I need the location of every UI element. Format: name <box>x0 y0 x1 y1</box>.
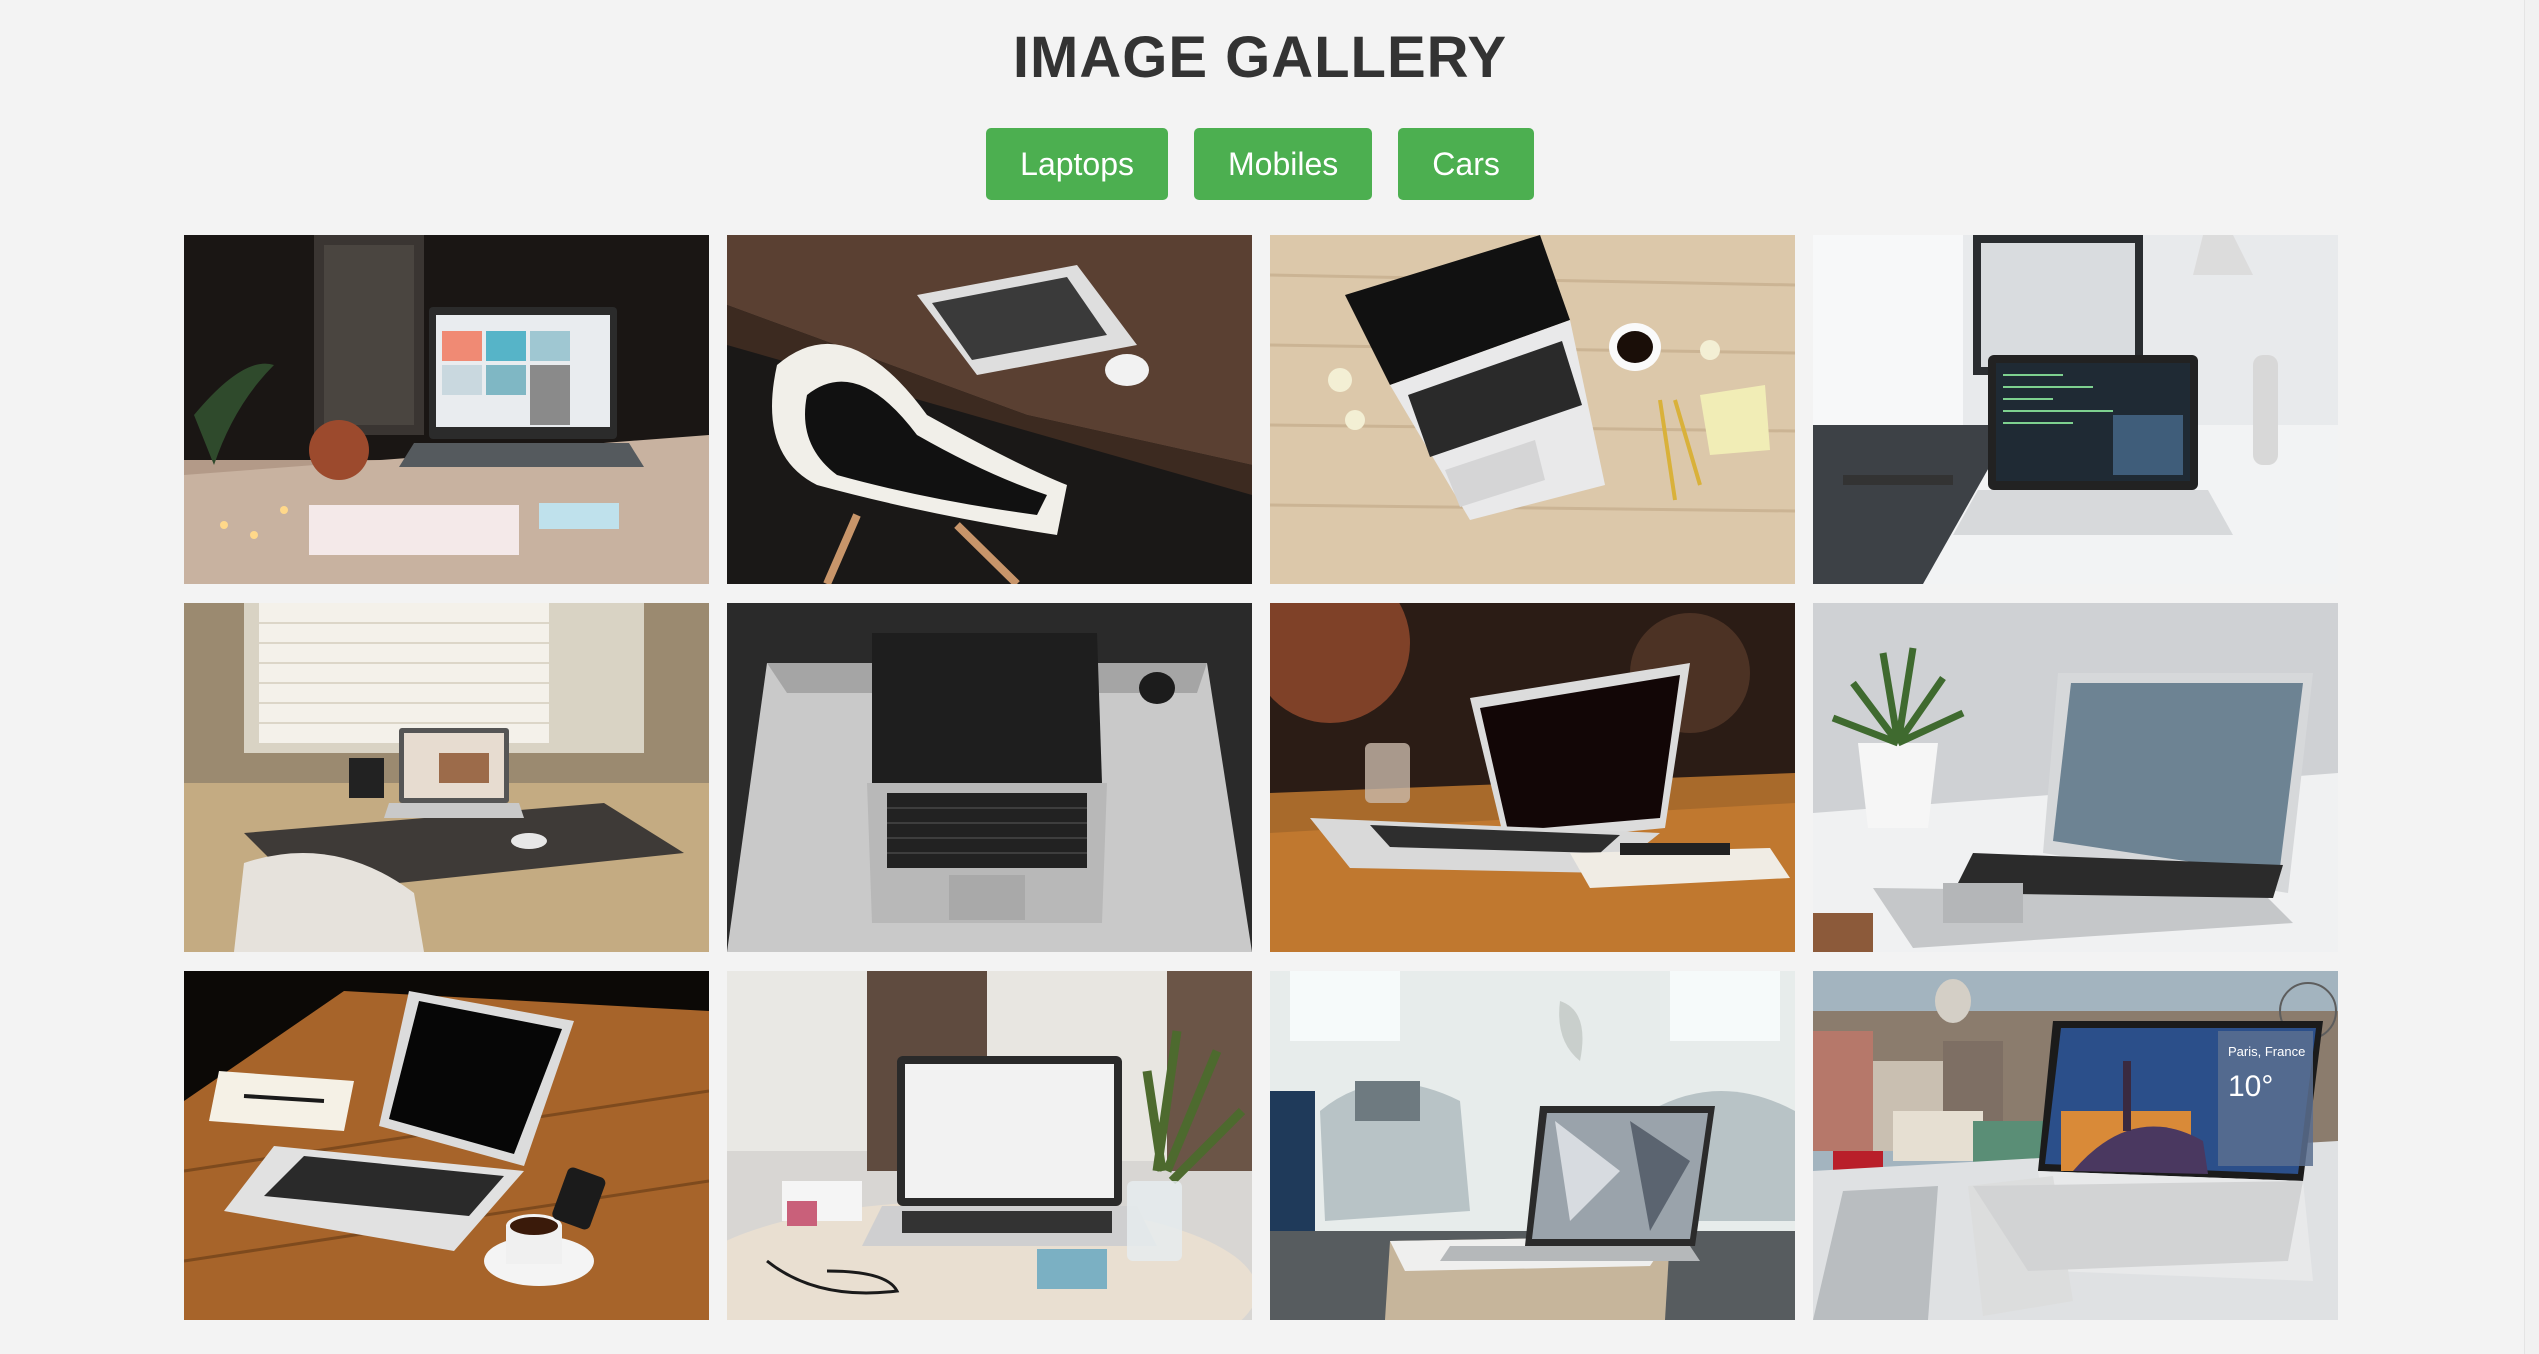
laptop-photo-5 <box>184 603 709 952</box>
gallery-image[interactable] <box>1270 603 1795 952</box>
laptop-photo-11 <box>1270 971 1795 1320</box>
filter-button-cars[interactable]: Cars <box>1398 128 1534 200</box>
laptop-photo-9 <box>184 971 709 1320</box>
gallery-image[interactable] <box>1270 235 1795 584</box>
gallery-image[interactable] <box>184 603 709 952</box>
gallery-image[interactable] <box>727 603 1252 952</box>
laptop-photo-6 <box>727 603 1252 952</box>
filter-button-laptops[interactable]: Laptops <box>986 128 1169 200</box>
laptop-photo-12: Paris, France 10° <box>1813 971 2338 1320</box>
gallery-page: IMAGE GALLERY Laptops Mobiles Cars Paris… <box>0 0 2539 1354</box>
laptop-photo-4 <box>1813 235 2338 584</box>
weather-temp-text: 10° <box>2228 1070 2273 1103</box>
filter-button-mobiles[interactable]: Mobiles <box>1194 128 1373 200</box>
vertical-scrollbar[interactable] <box>2524 0 2539 1354</box>
gallery-image[interactable] <box>184 235 709 584</box>
laptop-photo-7 <box>1270 603 1795 952</box>
image-grid: Paris, France 10° <box>184 235 2338 1320</box>
weather-city-text: Paris, France <box>2228 1044 2305 1059</box>
laptop-photo-1 <box>184 235 709 584</box>
laptop-photo-2 <box>727 235 1252 584</box>
gallery-image[interactable] <box>727 971 1252 1320</box>
filter-buttons: Laptops Mobiles Cars <box>0 128 2520 200</box>
gallery-image[interactable] <box>1813 235 2338 584</box>
gallery-image[interactable]: Paris, France 10° <box>1813 971 2338 1320</box>
gallery-image[interactable] <box>727 235 1252 584</box>
gallery-image[interactable] <box>184 971 709 1320</box>
gallery-image[interactable] <box>1270 971 1795 1320</box>
page-title: IMAGE GALLERY <box>1012 25 1508 90</box>
laptop-photo-8 <box>1813 603 2338 952</box>
laptop-photo-10 <box>727 971 1252 1320</box>
laptop-photo-3 <box>1270 235 1795 584</box>
gallery-image[interactable] <box>1813 603 2338 952</box>
